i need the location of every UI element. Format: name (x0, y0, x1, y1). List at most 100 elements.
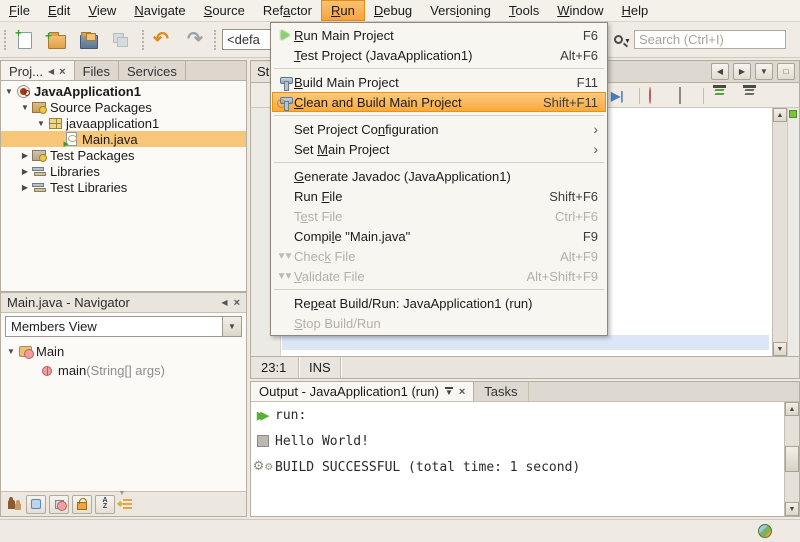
show-fields-button[interactable] (26, 495, 46, 514)
menu-item-compile-file[interactable]: Compile "Main.java" F9 (272, 226, 606, 246)
tree-row-package[interactable]: ▼ javaapplication1 (1, 115, 246, 131)
scroll-up-icon[interactable]: ▲ (785, 402, 799, 416)
expander-open-icon[interactable]: ▼ (3, 87, 15, 96)
build-gears-icon[interactable]: ⚙⚙ (253, 461, 274, 474)
navigator-method-row[interactable]: main(String[] args) (1, 361, 246, 380)
rerun-icon[interactable]: ▶▶ (257, 409, 269, 422)
scroll-down-icon[interactable]: ▼ (785, 502, 799, 516)
new-file-button[interactable]: + (12, 27, 38, 53)
menu-item-run-file[interactable]: Run File Shift+F6 (272, 186, 606, 206)
tab-tasks[interactable]: Tasks (474, 382, 528, 401)
undo-button[interactable]: ↶ (148, 27, 174, 53)
splitter-grip-icon[interactable]: ▼ (119, 491, 126, 497)
menu-separator (274, 115, 604, 116)
menu-item-build-main-project[interactable]: Build Main Project F11 (272, 72, 606, 92)
close-panel-icon[interactable]: × (59, 67, 65, 77)
record-macro-button[interactable] (649, 88, 651, 103)
tab-output[interactable]: Output - JavaApplication1 (run) ▼ × (251, 382, 474, 401)
expander-open-icon[interactable]: ▼ (35, 119, 47, 128)
menu-item-repeat-build-run[interactable]: Repeat Build/Run: JavaApplication1 (run) (272, 293, 606, 313)
tab-projects[interactable]: Proj... ◀ × (1, 61, 75, 80)
maximize-window-button[interactable]: □ (777, 63, 795, 80)
minimize-window-icon[interactable]: ▼ (445, 387, 453, 396)
menu-item-stop-build-run[interactable]: Stop Build/Run (272, 313, 606, 333)
toolbar-grip[interactable] (142, 30, 146, 50)
toolbar-grip[interactable] (214, 30, 218, 50)
tree-row-test-libraries[interactable]: ▶ Test Libraries (1, 179, 246, 195)
menu-item-clean-and-build[interactable]: Clean and Build Main Project Shift+F11 (272, 92, 606, 112)
close-panel-icon[interactable]: × (234, 298, 240, 308)
navigator-class-row[interactable]: ▼ Main (1, 342, 246, 361)
show-constructors-button[interactable] (49, 495, 69, 514)
sort-by-name-button[interactable]: AZ (95, 495, 115, 514)
menu-item-generate-javadoc[interactable]: Generate Javadoc (JavaApplication1) (272, 166, 606, 186)
navigator-header[interactable]: Main.java - Navigator ◀ × (1, 293, 246, 313)
menu-window[interactable]: Window (548, 0, 612, 21)
show-inherited-members-icon[interactable] (7, 497, 23, 511)
editor-vertical-scrollbar[interactable]: ▲ ▼ (772, 108, 787, 356)
menu-item-test-project[interactable]: Test Project (JavaApplication1) Alt+F6 (272, 45, 606, 65)
new-project-button[interactable]: + (44, 27, 70, 53)
members-view-dropdown[interactable]: Members View ▼ (5, 316, 242, 337)
menu-refactor[interactable]: Refactor (254, 0, 321, 21)
menu-view[interactable]: View (79, 0, 125, 21)
minimize-panel-icon[interactable]: ◀ (221, 299, 227, 307)
close-output-icon[interactable]: × (459, 387, 465, 397)
output-vertical-scrollbar[interactable]: ▲ ▼ (784, 402, 799, 516)
projects-tab-row: Proj... ◀ × Files Services (1, 61, 246, 81)
projects-panel: Proj... ◀ × Files Services ▼ JavaApplica… (0, 60, 247, 292)
navigator-tree: ▼ Main main(String[] args) (1, 340, 246, 491)
scroll-down-icon[interactable]: ▼ (773, 342, 787, 356)
tab-files[interactable]: Files (75, 61, 119, 80)
menu-item-check-file[interactable]: ▼▼ Check File Alt+F9 (272, 246, 606, 266)
expander-closed-icon[interactable]: ▶ (19, 167, 31, 176)
search-icon[interactable] (614, 35, 623, 44)
stop-process-icon[interactable] (257, 435, 269, 447)
scroll-tabs-right-button[interactable]: ▶ (733, 63, 751, 80)
menu-versioning[interactable]: Versioning (421, 0, 500, 21)
menu-item-validate-file[interactable]: ▼▼ Validate File Alt+Shift+F9 (272, 266, 606, 286)
minimize-panel-icon[interactable]: ◀ (48, 68, 54, 76)
expander-closed-icon[interactable]: ▶ (19, 151, 31, 160)
redo-button[interactable]: ↷ (182, 27, 208, 53)
search-input[interactable] (634, 30, 786, 49)
menu-debug[interactable]: Debug (365, 0, 421, 21)
scroll-up-icon[interactable]: ▲ (773, 108, 787, 122)
menu-separator (274, 68, 604, 69)
tree-row-test-packages[interactable]: ▶ Test Packages (1, 147, 246, 163)
stop-macro-button[interactable] (679, 88, 681, 103)
tree-row-source-packages[interactable]: ▼ Source Packages (1, 99, 246, 115)
tab-list-button[interactable]: ▼ (755, 63, 773, 80)
next-bookmark-icon[interactable]: ▶| (611, 88, 624, 103)
menu-item-set-main-project[interactable]: Set Main Project › (272, 139, 606, 159)
menu-edit[interactable]: Edit (39, 0, 79, 21)
menu-tools[interactable]: Tools (500, 0, 548, 21)
save-all-button[interactable] (108, 27, 134, 53)
menu-item-test-file[interactable]: Test File Ctrl+F6 (272, 206, 606, 226)
expander-closed-icon[interactable]: ▶ (19, 183, 31, 192)
output-tab-row: Output - JavaApplication1 (run) ▼ × Task… (251, 382, 799, 402)
menu-file[interactable]: File (0, 0, 39, 21)
tree-row-main-java[interactable]: Main.java (1, 131, 246, 147)
package-icon (47, 116, 63, 130)
menu-run[interactable]: Run (321, 0, 365, 21)
menu-item-set-project-configuration[interactable]: Set Project Configuration › (272, 119, 606, 139)
expander-open-icon[interactable]: ▼ (19, 103, 31, 112)
open-project-button[interactable] (76, 27, 102, 53)
show-static-members-button[interactable] (72, 495, 92, 514)
menu-shortcut: Ctrl+F6 (555, 209, 598, 224)
sort-by-source-icon[interactable] (118, 498, 132, 510)
update-center-icon[interactable] (758, 524, 772, 538)
scroll-tabs-left-button[interactable]: ◀ (711, 63, 729, 80)
tree-row-libraries[interactable]: ▶ Libraries (1, 163, 246, 179)
toolbar-grip[interactable] (4, 30, 8, 50)
tree-row-project[interactable]: ▼ JavaApplication1 (1, 83, 246, 99)
menu-item-run-main-project[interactable]: Run Main Project F6 (272, 25, 606, 45)
menu-source[interactable]: Source (195, 0, 254, 21)
menu-help[interactable]: Help (612, 0, 657, 21)
menu-navigate[interactable]: Navigate (125, 0, 194, 21)
scrollbar-thumb[interactable] (785, 446, 799, 472)
tab-services[interactable]: Services (119, 61, 186, 80)
expander-open-icon[interactable]: ▼ (5, 347, 17, 356)
output-console[interactable]: ▶▶ run: Hello World! ⚙⚙ BUILD SUCCESSFUL… (251, 402, 799, 516)
